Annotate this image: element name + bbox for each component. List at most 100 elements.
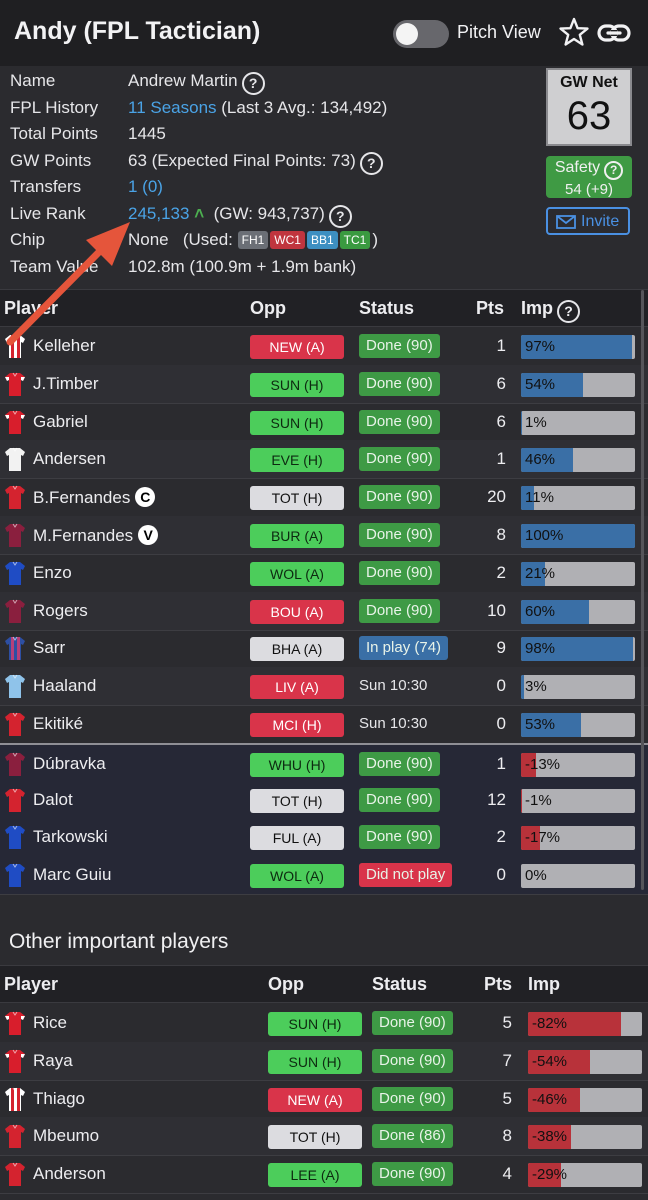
points-value: 2: [496, 562, 506, 582]
points-value: 10: [487, 600, 506, 620]
help-icon[interactable]: ?: [359, 152, 383, 175]
importance-value: 98%: [525, 640, 556, 658]
col-opp[interactable]: Opp: [268, 974, 304, 995]
player-name[interactable]: M.Fernandes V: [33, 525, 159, 546]
table-row[interactable]: Sarr BHA (A) In play (74) 9 98%: [0, 629, 648, 669]
opponent-badge: BHA (A): [250, 637, 344, 662]
help-icon[interactable]: ?: [557, 300, 581, 323]
player-name[interactable]: Enzo: [33, 563, 72, 583]
kit-icon: [5, 599, 25, 623]
player-name[interactable]: Dalot: [33, 790, 73, 810]
table-row[interactable]: Tarkowski FUL (A) Done (90) 2 -17%: [0, 818, 648, 858]
table-row[interactable]: Dúbravka WHU (H) Done (90) 1 -13%: [0, 742, 648, 784]
status-badge: Done (90): [372, 1048, 453, 1073]
player-name-text: Tarkowski: [33, 827, 108, 847]
player-name[interactable]: Andersen: [33, 449, 106, 469]
player-name[interactable]: Rice: [33, 1013, 67, 1033]
table-row[interactable]: J.Timber SUN (H) Done (90) 6 54%: [0, 364, 648, 404]
table-row[interactable]: Enzo WOL (A) Done (90) 2 21%: [0, 554, 648, 593]
seasons-link[interactable]: 11 Seasons: [128, 98, 217, 117]
player-name[interactable]: Mbeumo: [33, 1126, 99, 1146]
importance-bar: -1%: [521, 788, 635, 813]
table-row[interactable]: Andersen EVE (H) Done (90) 1 46%: [0, 440, 648, 480]
col-status[interactable]: Status: [359, 298, 414, 319]
player-name-text: J.Timber: [33, 373, 99, 393]
kit-icon: [5, 1162, 25, 1187]
help-icon[interactable]: ?: [328, 205, 352, 228]
help-icon[interactable]: ?: [604, 161, 624, 180]
table-row[interactable]: Mbeumo TOT (H) Done (86) 8 -38%: [0, 1117, 648, 1157]
table-row[interactable]: Marc Guiu WOL (A) Did not play 0 0%: [0, 856, 648, 896]
link-icon[interactable]: [597, 18, 631, 48]
opponent-badge: TOT (H): [268, 1125, 362, 1150]
captain-badge: C: [135, 487, 156, 508]
player-name[interactable]: Rogers: [33, 601, 88, 621]
status-badge: Done (86): [372, 1124, 453, 1149]
scrollbar[interactable]: [641, 290, 644, 890]
table-row[interactable]: Raya SUN (H) Done (90) 7 -54%: [0, 1041, 648, 1081]
player-name-text: Andersen: [33, 449, 106, 469]
opponent-badge: LEE (A): [268, 1163, 362, 1188]
importance-bar: 54%: [521, 372, 635, 397]
player-name[interactable]: Gabriel: [33, 412, 88, 432]
invite-button[interactable]: Invite: [546, 207, 630, 235]
col-imp[interactable]: Imp: [528, 974, 560, 995]
player-name[interactable]: Anderson: [33, 1164, 106, 1184]
col-pts[interactable]: Pts: [484, 974, 512, 995]
col-pts[interactable]: Pts: [476, 298, 504, 319]
player-name[interactable]: Dúbravka: [33, 754, 106, 774]
table-row[interactable]: Rogers BOU (A) Done (90) 10 60%: [0, 591, 648, 631]
opponent-badge: SUN (H): [268, 1012, 362, 1036]
table-row[interactable]: Anderson LEE (A) Done (90) 4 -29%: [0, 1155, 648, 1195]
points-value: 6: [496, 411, 506, 431]
importance-bar: 0%: [521, 864, 635, 889]
player-name[interactable]: Marc Guiu: [33, 865, 111, 885]
col-player[interactable]: Player: [4, 974, 58, 995]
player-name[interactable]: Haaland: [33, 676, 96, 696]
col-imp[interactable]: Imp?: [521, 298, 581, 323]
table-row[interactable]: Thiago NEW (A) Done (90) 5 -46%: [0, 1080, 648, 1119]
table-row[interactable]: Haaland LIV (A) Sun 10:30 0 3%: [0, 667, 648, 707]
col-opp[interactable]: Opp: [250, 298, 286, 319]
opponent-badge: SUN (H): [268, 1049, 362, 1074]
importance-value: 46%: [525, 451, 556, 469]
table-row[interactable]: M.Fernandes V BUR (A) Done (90) 8 100%: [0, 516, 648, 555]
player-name-text: Gabriel: [33, 411, 88, 431]
gw-net-label: GW Net: [560, 74, 618, 91]
star-icon[interactable]: [558, 16, 590, 48]
importance-value: -38%: [532, 1128, 568, 1146]
opponent-badge: WOL (A): [250, 561, 344, 586]
col-status[interactable]: Status: [372, 974, 427, 995]
opponent-badge: SUN (H): [250, 372, 344, 397]
importance-value: -13%: [525, 755, 561, 773]
points-value: 5: [502, 1088, 512, 1108]
player-name[interactable]: Sarr: [33, 638, 65, 658]
player-name[interactable]: Tarkowski: [33, 827, 108, 847]
status-badge: Done (90): [359, 825, 440, 850]
points-value: 1: [496, 449, 506, 469]
status-badge: Done (90): [359, 409, 440, 434]
player-name[interactable]: Ekitiké: [33, 714, 83, 734]
player-name[interactable]: Raya: [33, 1051, 73, 1071]
player-name-text: Ekitiké: [33, 714, 84, 733]
importance-bar: 21%: [521, 561, 635, 586]
table-row[interactable]: Dalot TOT (H) Done (90) 12 -1%: [0, 780, 648, 820]
table-row[interactable]: B.Fernandes C TOT (H) Done (90) 20 11%: [0, 478, 648, 518]
table-row[interactable]: Ekitiké MCI (H) Sun 10:30 0 53%: [0, 705, 648, 744]
help-icon[interactable]: ?: [241, 72, 265, 95]
transfers-link[interactable]: 1 (0): [128, 177, 163, 197]
importance-bar: -13%: [521, 752, 635, 777]
player-name[interactable]: B.Fernandes C: [33, 487, 156, 508]
pitch-view-toggle[interactable]: [393, 20, 449, 48]
chip-tag: FH1: [237, 231, 269, 249]
table-row[interactable]: Rice SUN (H) Done (90) 5 -82%: [0, 1004, 648, 1043]
safety-card[interactable]: Safety? 54 (+9): [546, 156, 632, 198]
toggle-knob: [396, 23, 418, 45]
chip-tag: TC1: [339, 231, 371, 249]
player-name-text: Mbeumo: [33, 1126, 100, 1146]
kit-icon: [5, 372, 25, 396]
kit-icon: [5, 752, 25, 776]
player-name[interactable]: Thiago: [33, 1089, 85, 1109]
player-name[interactable]: J.Timber: [33, 374, 99, 394]
table-row[interactable]: Gabriel SUN (H) Done (90) 6 1%: [0, 403, 648, 442]
